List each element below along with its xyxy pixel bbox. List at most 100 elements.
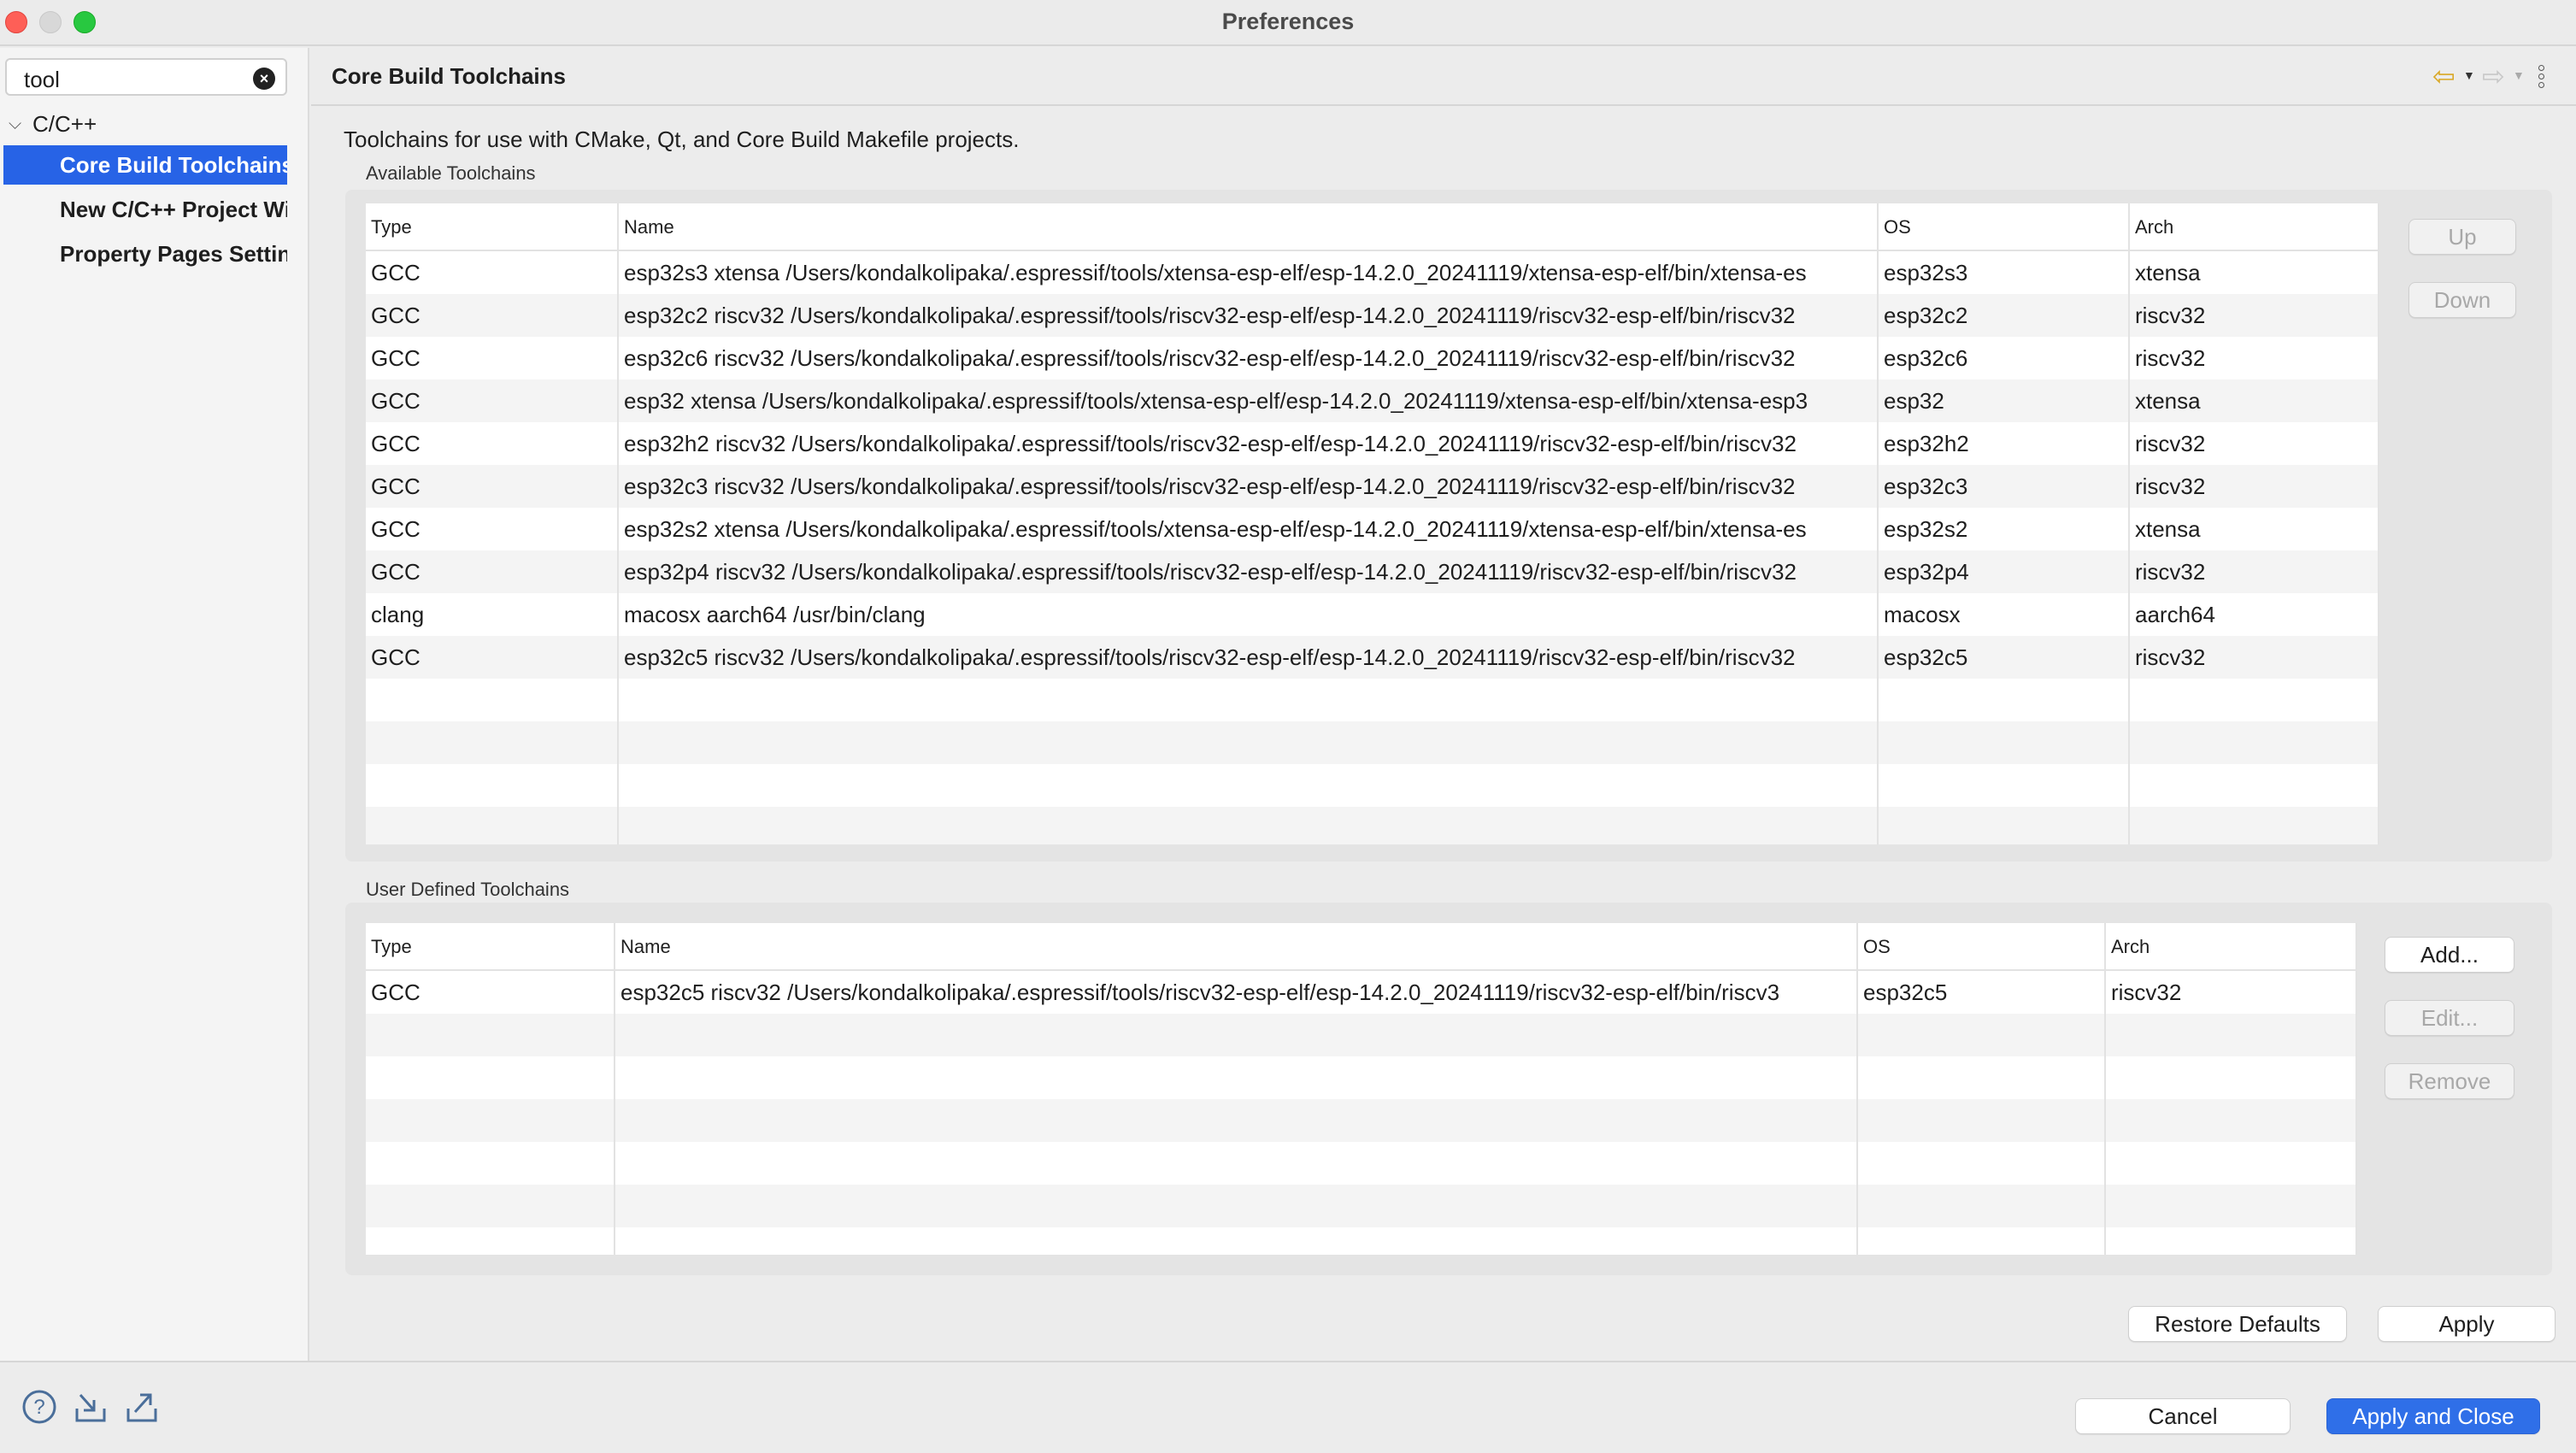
available-toolchains-group: Type Name OS Arch GCC esp32s3 xtensa /Use… <box>345 190 2552 862</box>
chevron-down-icon[interactable]: ⌵ <box>9 115 21 134</box>
user-defined-toolchains-group: Type Name OS Arch GCC esp32c5 riscv32 /Us… <box>345 903 2552 1275</box>
cell-os <box>1858 1056 2106 1099</box>
cell-name: esp32c5 riscv32 /Users/kondalkolipaka/.e… <box>619 636 1879 679</box>
cell-arch: xtensa <box>2130 251 2379 294</box>
tree-item-property-pages-settings[interactable]: Property Pages Settings <box>3 234 287 274</box>
cell-type <box>366 1142 615 1185</box>
preferences-sidebar: tool × ⌵ C/C++ Core Build Toolchains New… <box>0 48 309 1361</box>
column-header-name[interactable]: Name <box>615 923 1858 971</box>
cell-name <box>615 1142 1858 1185</box>
cell-type <box>366 721 619 764</box>
cell-os <box>1879 807 2130 844</box>
table-row[interactable]: GCC esp32 xtensa /Users/kondalkolipaka/.e… <box>366 379 2379 422</box>
cell-os: esp32 <box>1879 379 2130 422</box>
svg-text:?: ? <box>33 1396 44 1419</box>
empty-table-row <box>366 764 2379 807</box>
forward-arrow-icon[interactable]: ⇨ <box>2482 60 2505 92</box>
cell-os: esp32s2 <box>1879 508 2130 550</box>
cell-name <box>615 1227 1858 1255</box>
cell-arch: riscv32 <box>2130 337 2379 379</box>
apply-button[interactable]: Apply <box>2378 1306 2555 1342</box>
column-header-os[interactable]: OS <box>1858 923 2106 971</box>
cell-name: esp32c3 riscv32 /Users/kondalkolipaka/.e… <box>619 465 1879 508</box>
available-toolchains-label: Available Toolchains <box>366 162 536 184</box>
cell-type: GCC <box>366 337 619 379</box>
table-row[interactable]: GCC esp32p4 riscv32 /Users/kondalkolipaka… <box>366 550 2379 593</box>
cell-os: esp32p4 <box>1879 550 2130 593</box>
view-menu-icon[interactable] <box>2538 65 2545 91</box>
cell-os: esp32c5 <box>1858 971 2106 1014</box>
table-row[interactable]: GCC esp32c3 riscv32 /Users/kondalkolipaka… <box>366 465 2379 508</box>
cell-arch <box>2106 1056 2357 1099</box>
title-bar: Preferences <box>0 0 2576 46</box>
tree-item-new-project-wizard[interactable]: New C/C++ Project Wizard <box>3 190 287 229</box>
user-defined-toolchains-table[interactable]: Type Name OS Arch GCC esp32c5 riscv32 /Us… <box>366 923 2357 1255</box>
down-button[interactable]: Down <box>2408 282 2516 318</box>
table-row[interactable]: GCC esp32s3 xtensa /Users/kondalkolipaka/… <box>366 251 2379 294</box>
column-header-arch[interactable]: Arch <box>2130 203 2379 251</box>
filter-field[interactable]: tool × <box>5 58 287 96</box>
edit-button[interactable]: Edit... <box>2385 1000 2514 1036</box>
column-header-os[interactable]: OS <box>1879 203 2130 251</box>
page-title: Core Build Toolchains <box>332 63 566 89</box>
cell-type: GCC <box>366 550 619 593</box>
cell-arch: xtensa <box>2130 508 2379 550</box>
table-row[interactable]: GCC esp32c6 riscv32 /Users/kondalkolipaka… <box>366 337 2379 379</box>
table-row[interactable]: GCC esp32c5 riscv32 /Users/kondalkolipaka… <box>366 971 2357 1014</box>
cell-type <box>366 1056 615 1099</box>
apply-and-close-button[interactable]: Apply and Close <box>2326 1398 2540 1434</box>
cell-name: esp32s2 xtensa /Users/kondalkolipaka/.es… <box>619 508 1879 550</box>
up-button[interactable]: Up <box>2408 219 2516 255</box>
cell-os: esp32s3 <box>1879 251 2130 294</box>
cell-type <box>366 807 619 844</box>
add-button[interactable]: Add... <box>2385 937 2514 973</box>
cell-arch <box>2130 764 2379 807</box>
tree-item-label: C/C++ <box>32 111 97 137</box>
cell-arch: aarch64 <box>2130 593 2379 636</box>
remove-button[interactable]: Remove <box>2385 1063 2514 1099</box>
import-icon[interactable] <box>72 1388 109 1426</box>
column-header-type[interactable]: Type <box>366 203 619 251</box>
empty-table-row <box>366 1185 2357 1227</box>
table-row[interactable]: GCC esp32c5 riscv32 /Users/kondalkolipaka… <box>366 636 2379 679</box>
cell-arch <box>2106 1014 2357 1056</box>
table-row[interactable]: clang macosx aarch64 /usr/bin/clang macosx… <box>366 593 2379 636</box>
export-icon[interactable] <box>123 1388 161 1426</box>
column-header-type[interactable]: Type <box>366 923 615 971</box>
column-header-name[interactable]: Name <box>619 203 1879 251</box>
cell-arch: riscv32 <box>2106 971 2357 1014</box>
table-row[interactable]: GCC esp32c2 riscv32 /Users/kondalkolipaka… <box>366 294 2379 337</box>
empty-table-row <box>366 1099 2357 1142</box>
clear-filter-icon[interactable]: × <box>253 68 275 90</box>
cell-arch: riscv32 <box>2130 550 2379 593</box>
cell-os <box>1879 721 2130 764</box>
cell-os: macosx <box>1879 593 2130 636</box>
empty-table-row <box>366 1056 2357 1099</box>
empty-table-row <box>366 1227 2357 1255</box>
page-header: Core Build Toolchains ⇦ ▼ ⇨ ▼ <box>311 48 2576 106</box>
cell-type: GCC <box>366 465 619 508</box>
help-icon[interactable]: ? <box>21 1388 58 1426</box>
cell-name: esp32c5 riscv32 /Users/kondalkolipaka/.e… <box>615 971 1858 1014</box>
column-header-arch[interactable]: Arch <box>2106 923 2357 971</box>
cancel-button[interactable]: Cancel <box>2075 1398 2291 1434</box>
back-dropdown-icon[interactable]: ▼ <box>2463 68 2475 82</box>
dialog-footer: ? Cancel Apply and Close <box>0 1361 2576 1453</box>
table-row[interactable]: GCC esp32s2 xtensa /Users/kondalkolipaka/… <box>366 508 2379 550</box>
cell-name: esp32s3 xtensa /Users/kondalkolipaka/.es… <box>619 251 1879 294</box>
cell-type: GCC <box>366 294 619 337</box>
cell-name: esp32p4 riscv32 /Users/kondalkolipaka/.e… <box>619 550 1879 593</box>
cell-type: GCC <box>366 971 615 1014</box>
tree-item-core-build-toolchains[interactable]: Core Build Toolchains <box>3 145 287 185</box>
forward-dropdown-icon[interactable]: ▼ <box>2513 68 2525 82</box>
cell-os <box>1858 1142 2106 1185</box>
available-toolchains-table[interactable]: Type Name OS Arch GCC esp32s3 xtensa /Use… <box>366 203 2379 844</box>
empty-table-row <box>366 1142 2357 1185</box>
back-arrow-icon[interactable]: ⇦ <box>2432 60 2455 92</box>
cell-arch: riscv32 <box>2130 636 2379 679</box>
tree-item-cpp[interactable]: ⌵ C/C++ <box>9 111 97 138</box>
filter-input[interactable]: tool <box>24 67 60 93</box>
cell-os <box>1858 1227 2106 1255</box>
restore-defaults-button[interactable]: Restore Defaults <box>2128 1306 2347 1342</box>
table-row[interactable]: GCC esp32h2 riscv32 /Users/kondalkolipaka… <box>366 422 2379 465</box>
